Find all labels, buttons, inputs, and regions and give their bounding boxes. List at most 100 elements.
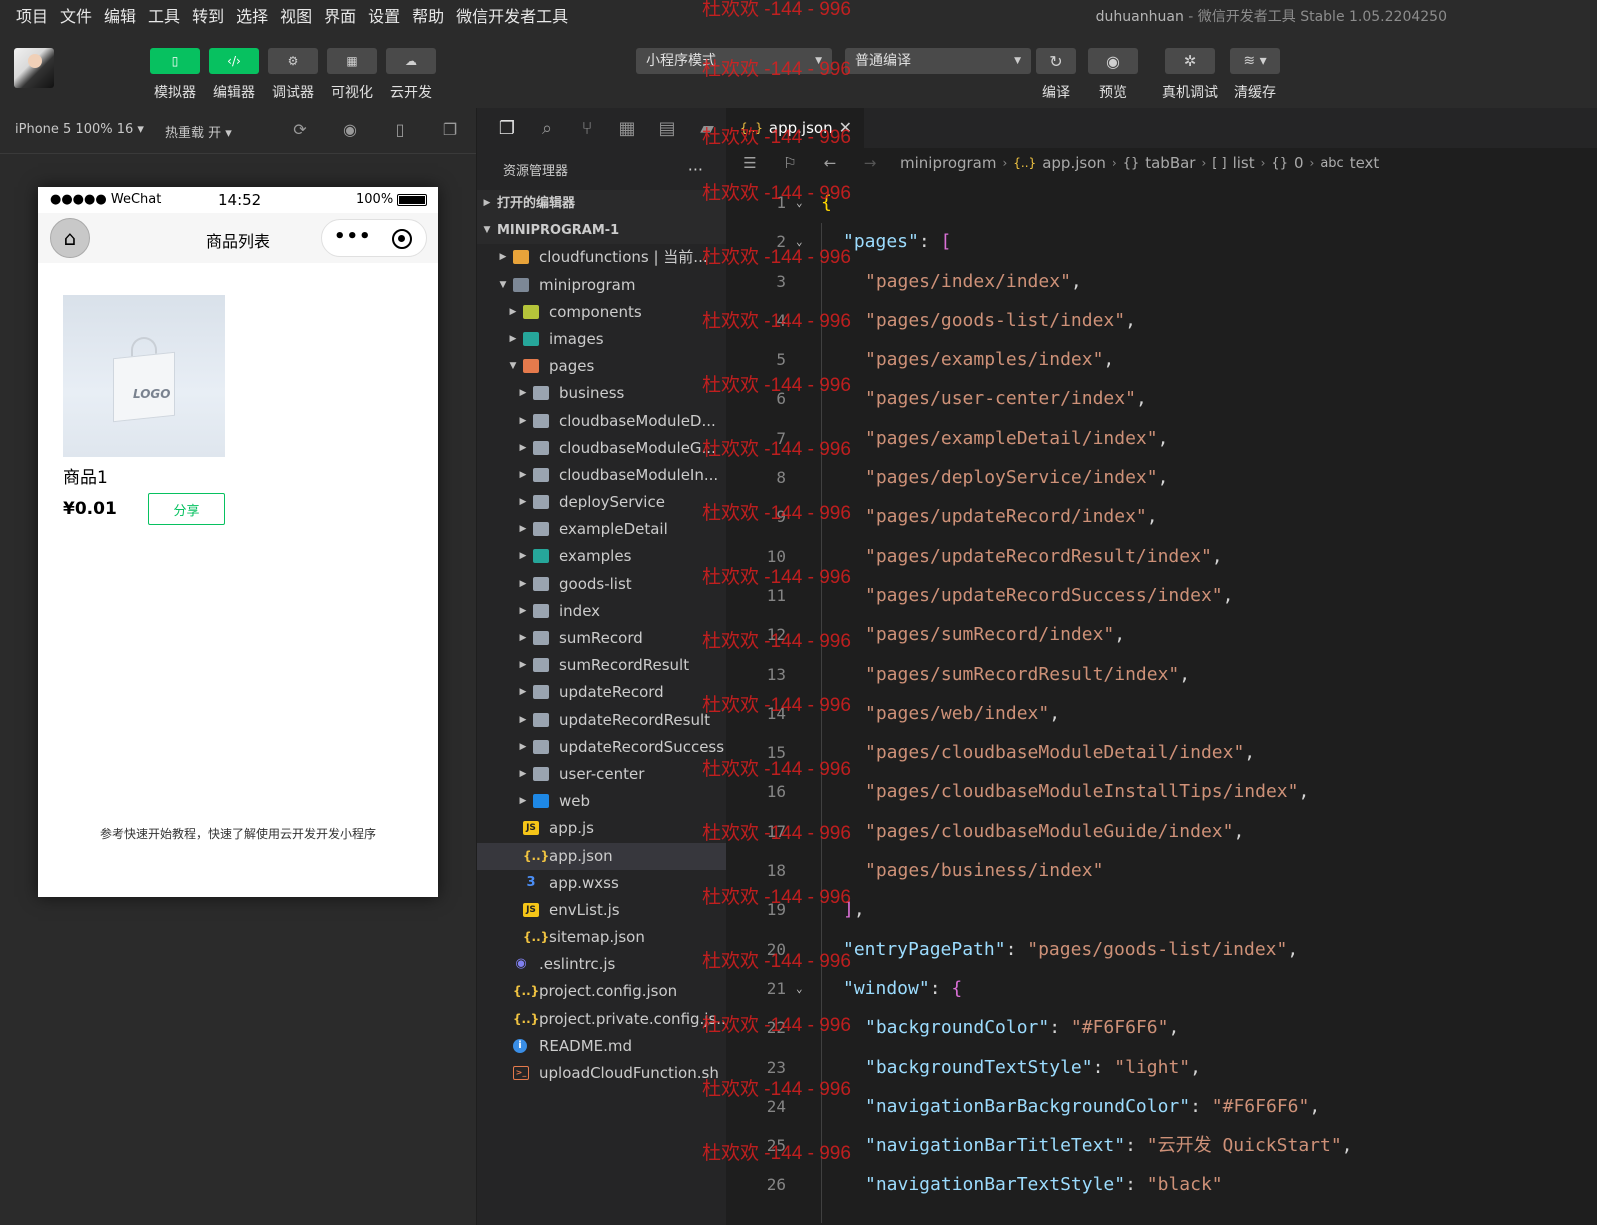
rotate-icon[interactable]: ⟳ — [290, 120, 310, 140]
tree-section[interactable]: ▶ 打开的编辑器 — [477, 190, 727, 218]
compile-button[interactable]: ↻ — [1036, 48, 1076, 74]
chevron-right-icon[interactable]: ▶ — [517, 652, 529, 679]
detach-window-icon[interactable]: ❐ — [440, 120, 460, 140]
outline-icon[interactable]: ☰ — [740, 154, 760, 172]
tab-app-json[interactable]: {..} app.json ✕ — [726, 108, 864, 148]
tree-item[interactable]: ▶ business — [477, 380, 727, 407]
tree-item[interactable]: ▶ images — [477, 326, 727, 353]
tree-item[interactable]: ▶ web — [477, 788, 727, 815]
simulator-toggle-button[interactable]: ▯ — [150, 48, 200, 74]
tree-item[interactable]: {..} project.private.config.js... — [477, 1006, 727, 1033]
code-area[interactable]: 1 ⌄{2 ⌄ "pages": [3 "pages/index/index", 4 "pa… — [726, 183, 1597, 1205]
tree-item[interactable]: JS envList.js — [477, 897, 727, 924]
chevron-right-icon[interactable]: ▶ — [507, 299, 519, 326]
visual-toggle-button[interactable]: ▦ — [327, 48, 377, 74]
chevron-right-icon[interactable]: ▶ — [517, 543, 529, 570]
chevron-right-icon[interactable]: ▶ — [517, 408, 529, 435]
tree-item[interactable]: ◉ .eslintrc.js — [477, 951, 727, 978]
chevron-right-icon[interactable]: ▶ — [517, 707, 529, 734]
tree-item[interactable]: ▶ index — [477, 598, 727, 625]
breadcrumb-item[interactable]: app.json — [1042, 154, 1106, 172]
tree-item[interactable]: {..} app.json — [477, 842, 727, 870]
search-icon[interactable]: ⌕ — [527, 118, 567, 139]
tree-item[interactable]: ▶ exampleDetail — [477, 516, 727, 543]
chevron-right-icon[interactable]: ▶ — [517, 679, 529, 706]
device-debug-button[interactable]: ✲ — [1165, 48, 1215, 74]
tree-item[interactable]: ▶ deployService — [477, 489, 727, 516]
menu-item[interactable]: 编辑 — [104, 3, 136, 27]
menu-item[interactable]: 微信开发者工具 — [456, 3, 568, 27]
chevron-right-icon[interactable]: ▶ — [517, 734, 529, 761]
hotreload-select[interactable]: 热重载 开 ▾ — [165, 122, 232, 141]
chevron-down-icon[interactable]: ▼ — [497, 272, 509, 299]
breadcrumb-item[interactable]: list — [1233, 154, 1255, 172]
docker-icon[interactable]: ▰ — [687, 118, 727, 139]
chevron-down-icon[interactable]: ▼ — [507, 353, 519, 380]
tree-item[interactable]: ▶ components — [477, 299, 727, 326]
back-arrow-icon[interactable]: ← — [820, 154, 840, 172]
clear-cache-button[interactable]: ≋ ▾ — [1230, 48, 1280, 74]
debugger-toggle-button[interactable]: ⚙ — [268, 48, 318, 74]
device-select[interactable]: iPhone 5 100% 16 ▾ — [15, 122, 144, 137]
chevron-right-icon[interactable]: ▶ — [517, 598, 529, 625]
menu-item[interactable]: 界面 — [324, 3, 356, 27]
preview-button[interactable]: ◉ — [1088, 48, 1138, 74]
fold-chevron-icon[interactable]: ⌄ — [796, 183, 803, 222]
extensions-icon[interactable]: ▦ — [607, 118, 647, 139]
menu-item[interactable]: 项目 — [16, 3, 48, 27]
tree-item[interactable]: ▶ updateRecordResult — [477, 707, 727, 734]
files-icon[interactable]: ❐ — [487, 118, 527, 139]
chevron-down-icon[interactable]: ▼ — [481, 217, 493, 244]
chevron-right-icon[interactable]: ▶ — [517, 761, 529, 788]
goods-image[interactable]: LOGO — [63, 295, 225, 457]
avatar[interactable] — [14, 48, 54, 88]
tree-item[interactable]: >_ uploadCloudFunction.sh — [477, 1060, 727, 1087]
tree-item[interactable]: {..} sitemap.json — [477, 924, 727, 951]
menu-item[interactable]: 视图 — [280, 3, 312, 27]
chevron-right-icon[interactable]: ▶ — [517, 435, 529, 462]
chevron-right-icon[interactable]: ▶ — [517, 380, 529, 407]
chevron-right-icon[interactable]: ▶ — [517, 571, 529, 598]
menu-item[interactable]: 工具 — [148, 3, 180, 27]
bookmark-icon[interactable]: ⚐ — [780, 154, 800, 172]
breadcrumb-item[interactable]: 0 — [1294, 154, 1304, 172]
tree-item[interactable]: ▶ cloudbaseModuleIn... — [477, 462, 727, 489]
breadcrumb-item[interactable]: text — [1350, 154, 1380, 172]
tree-item[interactable]: JS app.js — [477, 815, 727, 842]
chevron-right-icon[interactable]: ▶ — [517, 516, 529, 543]
cloud-dev-button[interactable]: ☁ — [386, 48, 436, 74]
compile-select[interactable]: 普通编译 ▼ — [845, 48, 1031, 74]
menu-item[interactable]: 转到 — [192, 3, 224, 27]
tree-item[interactable]: ▶ updateRecordSuccess — [477, 734, 727, 761]
storage-icon[interactable]: ▤ — [647, 118, 687, 139]
fold-chevron-icon[interactable]: ⌄ — [796, 222, 803, 261]
stop-icon[interactable]: ◉ — [340, 120, 360, 140]
tree-item[interactable]: ▶ cloudbaseModuleG... — [477, 435, 727, 462]
breadcrumb-item[interactable]: miniprogram — [900, 154, 996, 172]
menu-capsule[interactable]: ••• — [321, 219, 427, 257]
breadcrumb-item[interactable]: tabBar — [1145, 154, 1195, 172]
menu-item[interactable]: 文件 — [60, 3, 92, 27]
menu-item[interactable]: 选择 — [236, 3, 268, 27]
tree-item[interactable]: ▼ pages — [477, 353, 727, 380]
more-icon[interactable]: ··· — [688, 156, 703, 184]
menu-item[interactable]: 帮助 — [412, 3, 444, 27]
more-dots-icon[interactable]: ••• — [334, 226, 372, 247]
phone-icon[interactable]: ▯ — [390, 120, 410, 140]
forward-arrow-icon[interactable]: → — [860, 154, 880, 172]
tree-item[interactable]: ▶ goods-list — [477, 571, 727, 598]
tree-item[interactable]: {..} project.config.json — [477, 978, 727, 1005]
menu-item[interactable]: 设置 — [368, 3, 400, 27]
tree-section[interactable]: ▼ MINIPROGRAM-1 — [477, 217, 727, 245]
git-branch-icon[interactable]: ⑂ — [567, 118, 607, 139]
share-button[interactable]: 分享 — [148, 493, 225, 525]
editor-toggle-button[interactable]: ‹/› — [209, 48, 259, 74]
tree-item[interactable]: i README.md — [477, 1033, 727, 1060]
chevron-right-icon[interactable]: ▶ — [497, 244, 509, 271]
tree-item[interactable]: ▶ examples — [477, 543, 727, 570]
tree-item[interactable]: ▶ updateRecord — [477, 679, 727, 706]
tree-item[interactable]: ▶ sumRecordResult — [477, 652, 727, 679]
chevron-right-icon[interactable]: ▶ — [517, 489, 529, 516]
chevron-right-icon[interactable]: ▶ — [517, 462, 529, 489]
tree-item[interactable]: 3 app.wxss — [477, 870, 727, 897]
